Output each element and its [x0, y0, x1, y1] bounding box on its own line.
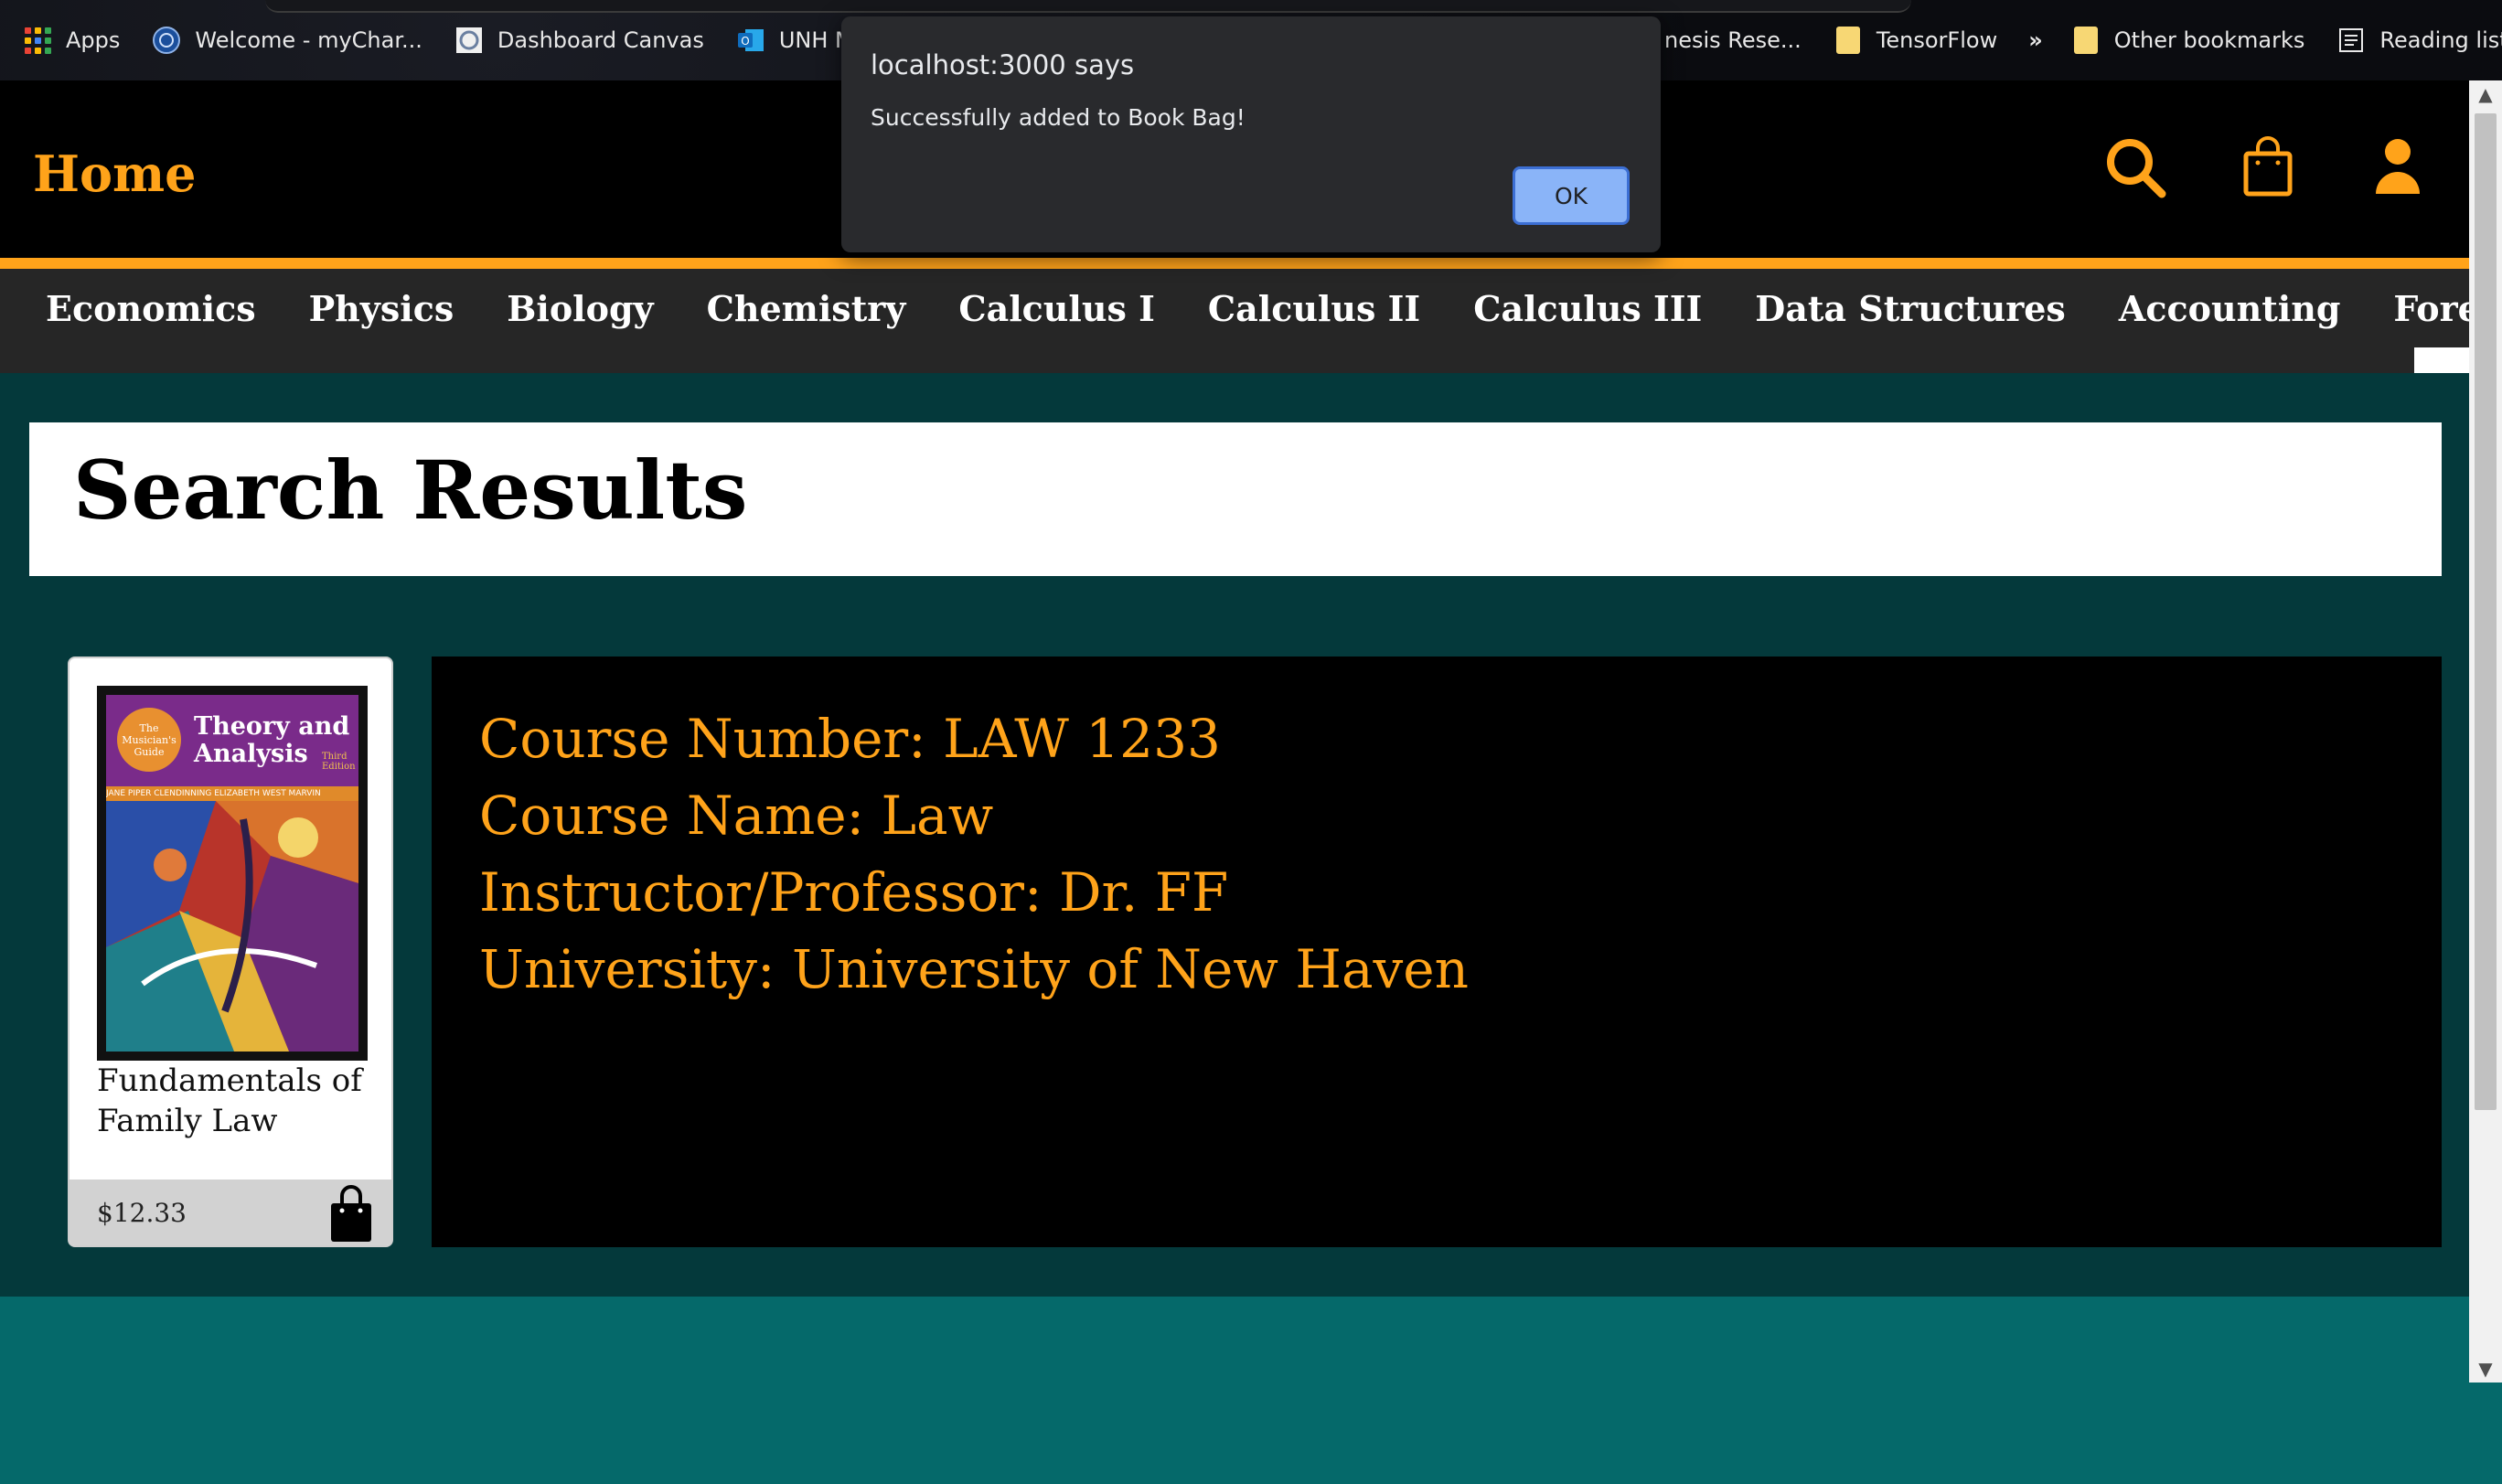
- page-title: Search Results: [73, 443, 748, 538]
- nav-item-calculus-3[interactable]: Calculus III: [1473, 288, 1702, 329]
- bookmark-apps[interactable]: Apps: [22, 25, 120, 56]
- book-card[interactable]: The Musician's Guide Theory and Analysis…: [68, 657, 393, 1247]
- globe-icon: [151, 25, 182, 56]
- results-header: Search Results: [29, 422, 2442, 576]
- bookmark-label: Welcome - myChar...: [195, 27, 422, 53]
- cover-artwork: [106, 801, 358, 1052]
- book-price: $12.33: [97, 1198, 187, 1228]
- reading-list-button[interactable]: Reading list: [2336, 25, 2502, 56]
- cover-edition: Third Edition: [322, 752, 356, 772]
- cover-badge: The Musician's Guide: [117, 708, 181, 772]
- bookmark-welcome[interactable]: Welcome - myChar...: [151, 25, 422, 56]
- course-instructor: Instructor/Professor: Dr. FF: [479, 861, 1229, 923]
- nav-item-physics[interactable]: Physics: [309, 288, 454, 329]
- scroll-up-arrow[interactable]: ▲: [2469, 80, 2502, 108]
- apps-grid-icon: [22, 25, 53, 56]
- canvas-icon: [454, 25, 485, 56]
- book-card-footer: $12.33: [70, 1180, 391, 1245]
- course-number: Course Number: LAW 1233: [479, 708, 1221, 770]
- course-nav-scrollbar-thumb[interactable]: [2414, 347, 2469, 373]
- folder-icon: [1833, 25, 1864, 56]
- cover-authors: JANE PIPER CLENDINNING ELIZABETH WEST MA…: [106, 786, 358, 801]
- course-info-panel: Course Number: LAW 1233 Course Name: Law…: [432, 657, 2442, 1247]
- home-link[interactable]: Home: [33, 144, 197, 203]
- nav-item-calculus-2[interactable]: Calculus II: [1208, 288, 1420, 329]
- reading-list-icon: [2336, 25, 2367, 56]
- header-accent-bar: [0, 258, 2469, 269]
- nav-item-chemistry[interactable]: Chemistry: [707, 288, 906, 329]
- page-scrollbar-thumb[interactable]: [2475, 113, 2497, 1110]
- bookmark-tensorflow[interactable]: TensorFlow: [1833, 25, 1997, 56]
- alert-dialog: localhost:3000 says Successfully added t…: [841, 16, 1661, 252]
- nav-item-calculus-1[interactable]: Calculus I: [958, 288, 1155, 329]
- page-scrollbar[interactable]: ▲ ▼: [2469, 80, 2502, 1383]
- folder-icon: [2070, 25, 2101, 56]
- nav-item-economics[interactable]: Economics: [46, 288, 256, 329]
- bookmark-other-bookmarks[interactable]: Other bookmarks: [2070, 25, 2305, 56]
- scroll-down-arrow[interactable]: ▼: [2469, 1355, 2502, 1383]
- dialog-title: localhost:3000 says: [871, 49, 1135, 80]
- shopping-bag-icon: [331, 1185, 371, 1242]
- bookmark-dashboard-canvas[interactable]: Dashboard Canvas: [454, 25, 704, 56]
- bookmark-label: Dashboard Canvas: [497, 27, 704, 53]
- bookmark-thesis[interactable]: nesis Rese...: [1664, 27, 1802, 53]
- user-icon[interactable]: [2372, 135, 2436, 199]
- book-title[interactable]: Fundamentals of Family Law: [97, 1061, 380, 1141]
- course-university: University: University of New Haven: [479, 938, 1469, 1000]
- outlook-icon: O: [735, 25, 766, 56]
- course-nav: Economics Physics Biology Chemistry Calc…: [0, 269, 2469, 347]
- search-icon[interactable]: [2103, 135, 2167, 199]
- course-name: Course Name: Law: [479, 785, 994, 847]
- ok-button[interactable]: OK: [1513, 166, 1630, 225]
- bookmarks-overflow-button[interactable]: »: [2028, 27, 2043, 53]
- nav-item-biology[interactable]: Biology: [507, 288, 653, 329]
- book-cover-image: The Musician's Guide Theory and Analysis…: [97, 686, 368, 1061]
- bookmark-label: Other bookmarks: [2113, 27, 2305, 53]
- dialog-message: Successfully added to Book Bag!: [871, 104, 1246, 131]
- svg-text:O: O: [741, 35, 749, 48]
- nav-item-data-structures[interactable]: Data Structures: [1755, 288, 2066, 329]
- nav-item-forensic-science[interactable]: Forensic Science: [2393, 288, 2469, 329]
- bookmark-label: Apps: [66, 27, 121, 53]
- shopping-bag-icon[interactable]: [2240, 135, 2304, 199]
- bookmark-label: TensorFlow: [1876, 27, 1998, 53]
- course-nav-scrollbar-track: [0, 347, 2469, 373]
- nav-item-accounting[interactable]: Accounting: [2119, 288, 2341, 329]
- bookmark-label: Reading list: [2379, 27, 2502, 53]
- bookmark-label: nesis Rese...: [1664, 27, 1802, 53]
- add-to-bag-button[interactable]: [327, 1185, 375, 1244]
